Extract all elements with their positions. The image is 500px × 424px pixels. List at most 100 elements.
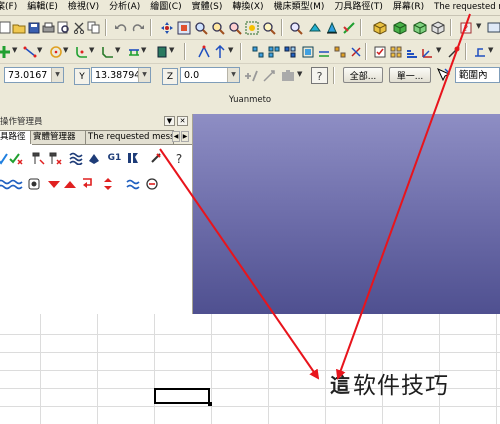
selected-cell[interactable] — [154, 388, 210, 404]
move-updown-icon[interactable] — [100, 176, 115, 191]
autocursor-lock-icon[interactable] — [261, 68, 276, 83]
zoom-target-icon[interactable] — [244, 20, 259, 35]
menu-machine-type[interactable]: 機床類型(M) — [269, 0, 330, 15]
move-down-icon[interactable] — [46, 176, 61, 191]
screen-settings-icon[interactable] — [486, 20, 500, 35]
chevron-left-icon[interactable]: ◀ — [172, 131, 180, 142]
gview-side-icon[interactable] — [341, 20, 356, 35]
menu-create[interactable]: 繪圖(C) — [145, 0, 186, 15]
circle-icon[interactable] — [48, 44, 63, 59]
autocursor-settings-icon[interactable] — [280, 68, 295, 83]
chevron-down-icon[interactable]: ▼ — [63, 46, 68, 54]
z-label[interactable]: Z — [162, 68, 178, 85]
mirror-icon[interactable] — [266, 44, 281, 59]
open-folder-icon[interactable] — [11, 20, 26, 35]
toggle-ops-icon[interactable] — [144, 176, 159, 191]
copy-icon[interactable] — [86, 20, 101, 35]
cut-icon[interactable] — [71, 20, 86, 35]
menu-solids[interactable]: 實體(S) — [187, 0, 228, 15]
regenerate-dirty-icon[interactable] — [47, 150, 62, 165]
pan-icon[interactable] — [159, 20, 174, 35]
top-view-cube-icon[interactable] — [392, 20, 407, 35]
checkbox-icon[interactable] — [372, 44, 387, 59]
graphics-viewport[interactable] — [193, 114, 500, 314]
chevron-down-icon[interactable]: ▼ — [297, 70, 302, 78]
post-g1-label[interactable]: G1 — [107, 150, 122, 165]
stretch-icon[interactable] — [348, 44, 363, 59]
select-all-button[interactable]: 全部... — [343, 67, 383, 83]
y-label[interactable]: Y — [74, 68, 90, 85]
offset-icon[interactable] — [316, 44, 331, 59]
chevron-down-icon[interactable]: ▼ — [89, 46, 94, 54]
side-view-cube-icon[interactable] — [430, 20, 445, 35]
chevron-down-icon[interactable]: ▼ — [227, 68, 239, 82]
front-view-cube-icon[interactable] — [412, 20, 427, 35]
fillet-icon[interactable] — [74, 44, 89, 59]
iso-view-icon[interactable] — [372, 20, 387, 35]
tab-solids-manager[interactable]: 實體管理器 — [30, 130, 88, 144]
unzoom-icon[interactable] — [288, 20, 303, 35]
wcs-icon[interactable] — [420, 44, 435, 59]
select-single-button[interactable]: 單一... — [389, 67, 431, 83]
chevron-down-icon[interactable]: ▼ — [164, 116, 175, 126]
menu-xform[interactable]: 轉換(X) — [227, 0, 268, 15]
verify-icon[interactable] — [86, 150, 101, 165]
move-up-icon[interactable] — [62, 176, 77, 191]
chevron-down-icon[interactable]: ▼ — [169, 46, 174, 54]
gview-front-icon[interactable] — [324, 20, 339, 35]
undo-icon[interactable] — [113, 20, 128, 35]
x-coordinate-field[interactable]: 73.0167 ▼ — [4, 67, 64, 83]
lock-ops-icon[interactable] — [148, 150, 163, 165]
chevron-down-icon[interactable]: ▼ — [488, 46, 493, 54]
chevron-down-icon[interactable]: ▼ — [37, 46, 42, 54]
menu-edit[interactable]: 編輯(E) — [22, 0, 63, 15]
fill-handle[interactable] — [208, 402, 212, 406]
fit-screen-icon[interactable] — [176, 20, 191, 35]
lathe-tool-icon[interactable] — [472, 44, 487, 59]
array-icon[interactable] — [332, 44, 347, 59]
menu-file[interactable]: 案(F) — [0, 0, 22, 15]
gview-top-icon[interactable] — [307, 20, 322, 35]
zoom-out-icon[interactable] — [227, 20, 242, 35]
chevron-down-icon[interactable]: ▼ — [51, 68, 63, 82]
rectangle-icon[interactable] — [126, 44, 141, 59]
help-book-icon[interactable]: ? — [458, 20, 473, 35]
solid-block-icon[interactable] — [154, 44, 169, 59]
fast-point-icon[interactable] — [244, 68, 259, 83]
regenerate-icon[interactable] — [30, 150, 45, 165]
zoom-in-icon[interactable] — [210, 20, 225, 35]
save-icon[interactable] — [26, 20, 41, 35]
chevron-down-icon[interactable]: ▼ — [141, 46, 146, 54]
help-icon[interactable]: ? — [171, 150, 186, 165]
menu-requested-message[interactable]: The requested messa — [429, 0, 500, 15]
tab-toolpaths[interactable]: 具路徑 — [0, 130, 33, 145]
z-coordinate-field[interactable]: 0.0 ▼ — [180, 67, 240, 83]
scale-icon[interactable] — [300, 44, 315, 59]
redo-icon[interactable] — [130, 20, 145, 35]
high-speed-icon[interactable] — [125, 150, 140, 165]
menu-analyze[interactable]: 分析(A) — [104, 0, 145, 15]
toolpath-ops-icon[interactable] — [26, 176, 41, 191]
y-coordinate-field[interactable]: 13.38794 ▼ — [91, 67, 151, 83]
rotate-icon[interactable] — [282, 44, 297, 59]
zoom-previous-icon[interactable] — [261, 20, 276, 35]
selection-mode-icon[interactable] — [436, 67, 451, 82]
chamfer-icon[interactable] — [100, 44, 115, 59]
chevron-down-icon[interactable]: ▼ — [115, 46, 120, 54]
insert-arrow-icon[interactable] — [80, 176, 95, 191]
help-icon[interactable]: ? — [311, 67, 328, 84]
tab-requested-message[interactable]: The requested messa — [85, 130, 174, 144]
print-preview-icon[interactable] — [56, 20, 71, 35]
print-icon[interactable] — [41, 20, 56, 35]
zoom-window-icon[interactable] — [193, 20, 208, 35]
select-dirty-ops-icon[interactable] — [8, 150, 23, 165]
menu-screen[interactable]: 屏幕(R) — [388, 0, 429, 15]
backplot-icon[interactable] — [68, 150, 83, 165]
menu-view[interactable]: 檢視(V) — [63, 0, 104, 15]
chevron-down-icon[interactable]: ▼ — [12, 46, 17, 54]
trim-icon[interactable] — [196, 44, 211, 59]
collapse-wave-icon[interactable] — [125, 176, 140, 191]
chevron-down-icon[interactable]: ▼ — [228, 46, 233, 54]
layers-icon[interactable] — [404, 44, 419, 59]
chevron-down-icon[interactable]: ▼ — [476, 22, 481, 30]
